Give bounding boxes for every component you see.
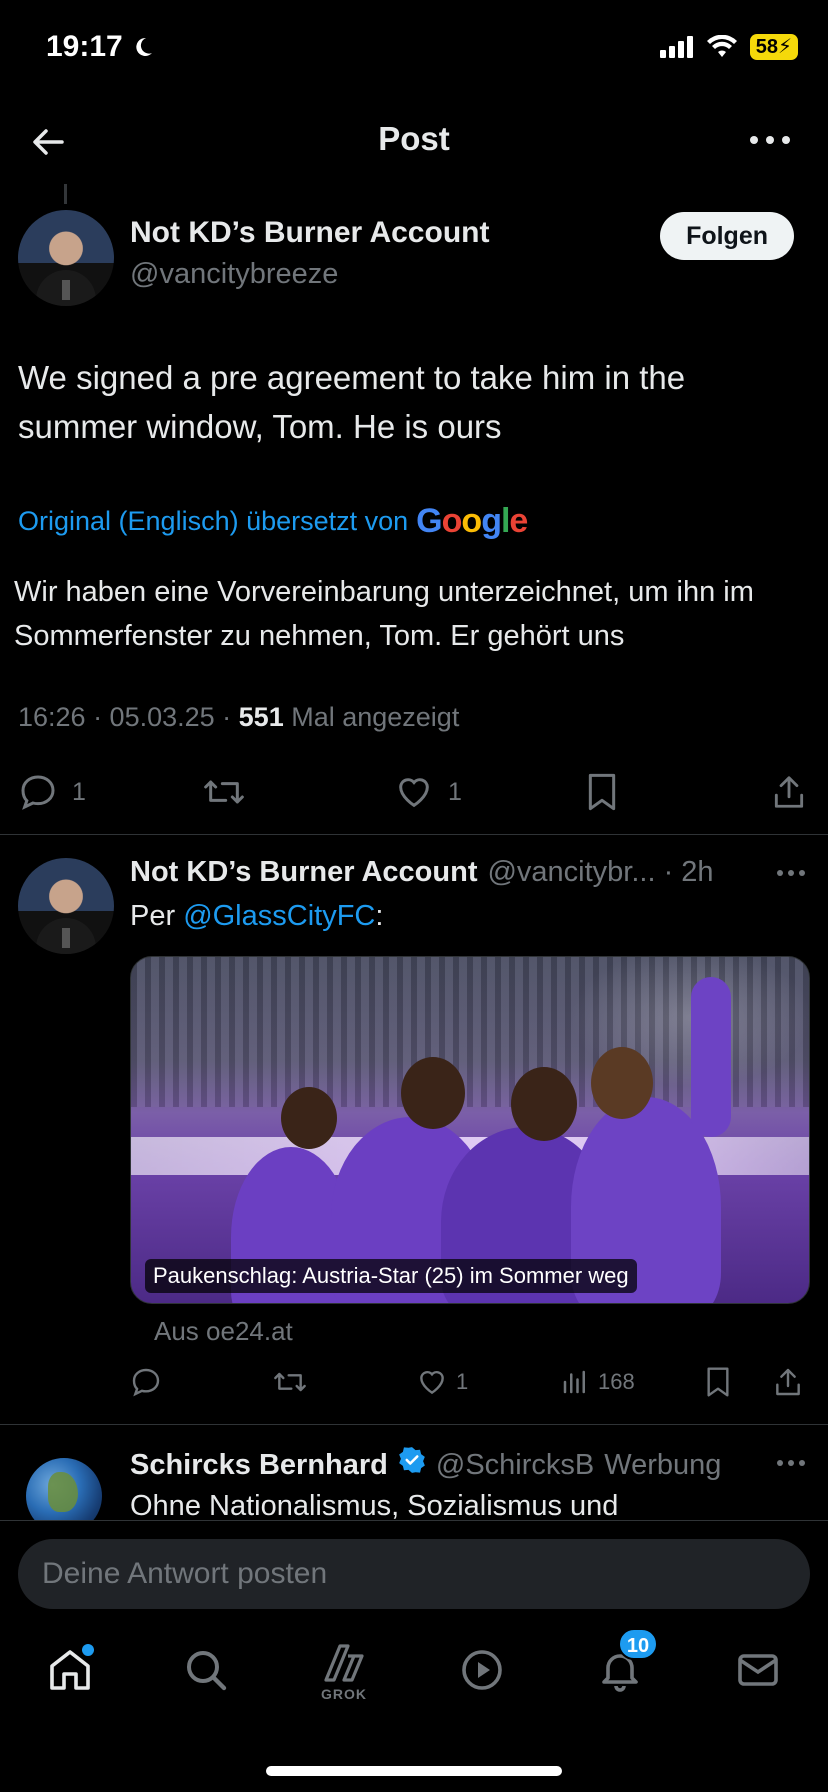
repost-icon [274,1372,306,1392]
tab-messages[interactable] [728,1646,788,1716]
share-icon [774,776,804,808]
reply-icon [21,775,55,810]
like-count: 1 [456,1369,469,1394]
post-text: We signed a pre agreement to take him in… [18,359,686,445]
grok-label: GROK [321,1686,367,1702]
post-actions: 1 1 [0,770,828,820]
reply-text-prefix: Per [130,900,184,932]
reply-input[interactable] [18,1539,810,1609]
reply-header: Not KD’s Burner Account @vancitybr... · … [130,856,714,889]
divider [0,1424,828,1425]
ad-label: Werbung [604,1449,722,1481]
charging-icon: ⚡ [777,36,792,58]
author-handle[interactable]: @vancitybreeze [130,258,338,291]
reply-text-suffix: : [375,900,384,932]
more-options-icon[interactable] [776,1458,806,1468]
card-source[interactable]: Aus oe24.at [154,1316,293,1347]
grok-icon [324,1644,364,1682]
reply-action[interactable]: 1 [18,772,86,812]
home-indicator [266,1766,562,1776]
post-meta: 16:26 · 05.03.25 · 551 Mal angezeigt [18,702,459,733]
author-name[interactable]: Not KD’s Burner Account [130,856,477,889]
ad-text: Ohne Nationalismus, Sozialismus und [130,1490,619,1522]
author-handle[interactable]: @SchircksB [436,1449,594,1482]
tab-search[interactable] [176,1646,236,1716]
views-action[interactable]: 168 [560,1366,635,1398]
battery-level: 58 [755,36,778,58]
wifi-icon [706,35,737,57]
reply-action[interactable] [130,1366,162,1398]
more-options-icon[interactable] [748,130,792,150]
reply-text: Per @GlassCityFC: [130,900,383,933]
bookmark-icon [707,1367,729,1397]
view-count: 551 [238,702,284,732]
translation-label: Original (Englisch) übersetzt von [18,506,409,536]
home-notification-dot [82,1644,94,1656]
bookmark-action[interactable] [704,1366,732,1398]
google-logo: Google [416,502,528,540]
reply-icon [132,1368,160,1397]
follow-button[interactable]: Folgen [660,212,794,260]
notification-badge: 10 [618,1628,658,1660]
tab-video[interactable] [452,1646,512,1716]
tab-grok[interactable]: GROK [314,1640,374,1710]
heart-icon [399,778,429,808]
status-icons: 58⚡ [659,34,798,60]
battery-indicator: 58⚡ [749,34,798,60]
share-action[interactable] [770,772,808,812]
tab-home[interactable] [40,1644,100,1716]
reply-composer [0,1520,828,1622]
status-bar: 19:17 58⚡ [0,0,828,100]
reply-count: 1 [72,777,86,806]
bookmark-action[interactable] [584,772,620,812]
repost-action[interactable] [202,772,246,812]
like-action[interactable]: 1 [416,1366,468,1398]
status-time: 19:17 [46,30,155,64]
thread-connector [64,184,67,204]
bookmark-icon [588,773,616,811]
post-timestamp: 16:26 · 05.03.25 · [18,702,239,732]
heart-icon [420,1370,444,1395]
translation-note[interactable]: Original (Englisch) übersetzt von Google [18,502,528,541]
author-name[interactable]: Schircks Bernhard [130,1449,388,1482]
link-card-image[interactable]: Paukenschlag: Austria-Star (25) im Somme… [130,956,810,1304]
share-icon [776,1368,800,1396]
top-nav: Post [0,100,828,184]
page-title: Post [378,120,450,157]
author-name[interactable]: Not KD’s Burner Account [130,216,489,250]
analytics-icon [563,1370,585,1394]
share-action[interactable] [772,1366,804,1398]
ad-header: Schircks Bernhard @SchircksB Werbung [130,1446,721,1482]
repost-action[interactable] [272,1366,308,1398]
avatar[interactable] [18,210,114,306]
verified-badge-icon [399,1447,425,1473]
view-count: 168 [598,1369,635,1394]
divider [0,834,828,835]
repost-icon [204,780,244,804]
reply-actions: 1 168 [0,1362,828,1402]
mail-icon [738,1654,778,1686]
play-icon [462,1650,502,1690]
signal-icon [659,36,693,58]
moon-icon [136,37,152,56]
view-label: Mal angezeigt [283,702,460,732]
more-options-icon[interactable] [776,868,806,878]
like-count: 1 [448,777,462,806]
like-action[interactable]: 1 [394,772,462,812]
card-caption: Paukenschlag: Austria-Star (25) im Somme… [145,1259,637,1293]
search-icon [187,1651,227,1691]
clock: 19:17 [46,30,123,63]
avatar[interactable] [18,858,114,954]
translated-text: Wir haben eine Vorvereinbarung unterzeic… [14,576,754,652]
tab-notifications[interactable]: 10 [590,1628,658,1716]
author-handle[interactable]: @vancitybr... · 2h [487,856,713,889]
mention-link[interactable]: @GlassCityFC [183,900,375,932]
